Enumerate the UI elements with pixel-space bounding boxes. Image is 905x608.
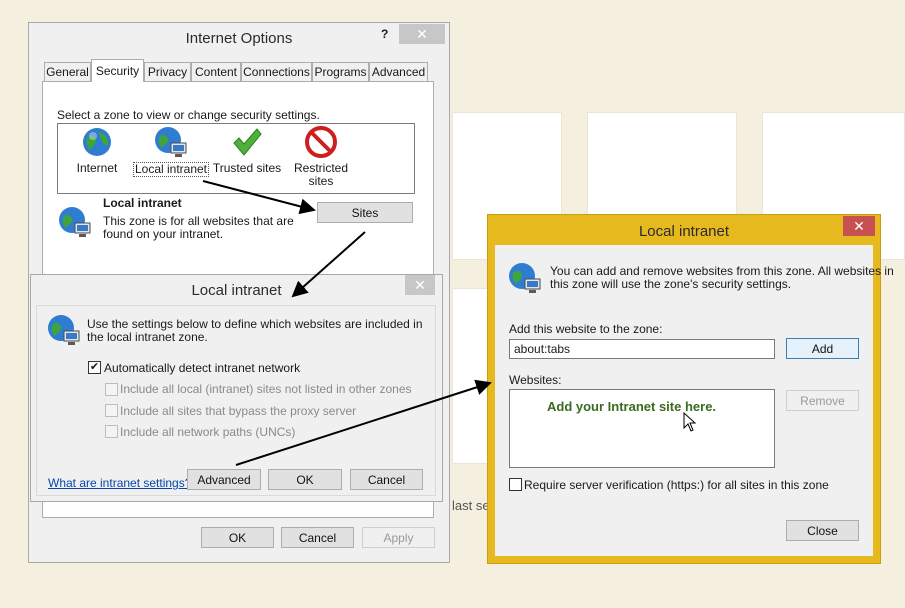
close-button[interactable]: ✕: [843, 216, 875, 236]
intro-line2: the local intranet zone.: [87, 330, 208, 344]
include-network-paths-checkbox[interactable]: [105, 425, 118, 438]
globe-computer-icon: [509, 263, 541, 293]
require-https-checkbox[interactable]: [509, 478, 522, 491]
no-entry-icon: [305, 126, 337, 158]
require-https-label[interactable]: Require server verification (https:) for…: [524, 478, 829, 492]
include-local-sites-checkbox[interactable]: [105, 383, 118, 396]
cancel-button[interactable]: Cancel: [350, 469, 423, 490]
cancel-button[interactable]: Cancel: [281, 527, 354, 548]
apply-button[interactable]: Apply: [362, 527, 435, 548]
zone-label-line1: Restricted: [293, 161, 349, 175]
close-button[interactable]: Close: [786, 520, 859, 541]
ok-button[interactable]: OK: [268, 469, 342, 490]
close-icon: ✕: [416, 25, 428, 42]
dialog-title: Local intranet: [638, 223, 730, 240]
background-tile-4: [452, 288, 492, 464]
selected-zone-name: Local intranet: [103, 196, 182, 210]
globe-computer-icon: [155, 127, 187, 157]
add-website-input[interactable]: about:tabs: [509, 339, 775, 359]
zone-restricted-sites[interactable]: Restricted sites: [281, 126, 361, 188]
sites-button[interactable]: Sites: [317, 202, 413, 223]
add-website-label: Add this website to the zone:: [509, 322, 663, 336]
include-network-paths-label[interactable]: Include all network paths (UNCs): [120, 425, 295, 439]
tab-privacy[interactable]: Privacy: [144, 62, 191, 81]
globe-computer-icon: [48, 315, 80, 345]
zone-local-intranet[interactable]: Local intranet: [131, 126, 211, 177]
tab-general[interactable]: General: [44, 62, 91, 81]
ok-button[interactable]: OK: [201, 527, 274, 548]
tab-connections[interactable]: Connections: [241, 62, 312, 81]
zone-prompt: Select a zone to view or change security…: [57, 108, 320, 122]
close-button[interactable]: ✕: [399, 24, 445, 44]
include-bypass-proxy-checkbox[interactable]: [105, 404, 118, 417]
dialog-title: Local intranet: [191, 282, 282, 299]
checkmark-icon: [233, 128, 262, 156]
zone-label: Local intranet: [132, 162, 210, 177]
close-icon: ✕: [853, 217, 865, 234]
background-partial-text: last se: [452, 498, 490, 513]
remove-button[interactable]: Remove: [786, 390, 859, 411]
globe-icon: [83, 128, 111, 156]
globe-computer-icon: [59, 207, 91, 237]
zone-trusted-sites[interactable]: Trusted sites: [207, 126, 287, 175]
zone-label-line2: sites: [308, 174, 334, 188]
tab-advanced[interactable]: Advanced: [369, 62, 428, 81]
include-local-sites-label[interactable]: Include all local (intranet) sites not l…: [120, 382, 412, 396]
close-button[interactable]: ✕: [405, 275, 435, 295]
advanced-button[interactable]: Advanced: [187, 469, 261, 490]
websites-label: Websites:: [509, 373, 562, 387]
info-line1: You can add and remove websites from thi…: [550, 264, 894, 278]
tab-programs[interactable]: Programs: [312, 62, 369, 81]
close-icon: ✕: [414, 276, 426, 293]
info-line2: this zone will use the zone's security s…: [550, 277, 792, 291]
add-button[interactable]: Add: [786, 338, 859, 359]
intro-line1: Use the settings below to define which w…: [87, 317, 423, 331]
tab-content[interactable]: Content: [191, 62, 241, 81]
zone-label: Restricted sites: [293, 162, 349, 188]
help-button[interactable]: ?: [381, 27, 388, 41]
zone-internet[interactable]: Internet: [57, 126, 137, 175]
tab-security[interactable]: Security: [91, 59, 144, 82]
include-bypass-proxy-label[interactable]: Include all sites that bypass the proxy …: [120, 404, 356, 418]
auto-detect-checkbox[interactable]: ✔: [88, 361, 101, 374]
selected-zone-desc-line1: This zone is for all websites that are: [103, 214, 294, 228]
intranet-settings-help-link[interactable]: What are intranet settings?: [48, 476, 191, 490]
selected-zone-desc-line2: found on your intranet.: [103, 227, 224, 241]
mouse-cursor-icon: [683, 412, 697, 432]
auto-detect-label[interactable]: Automatically detect intranet network: [104, 361, 300, 375]
zone-label: Internet: [76, 161, 118, 175]
zone-label: Trusted sites: [212, 161, 282, 175]
